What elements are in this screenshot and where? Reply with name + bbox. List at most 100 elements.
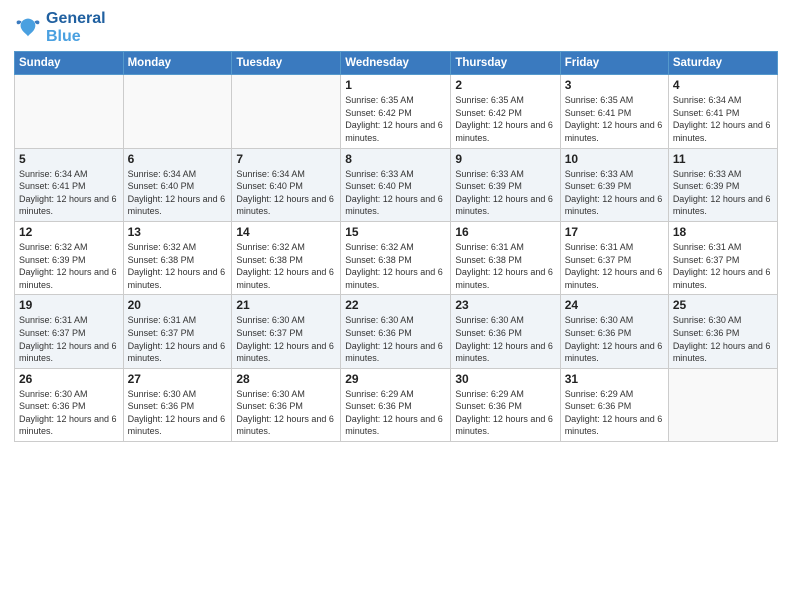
week-row-5: 26 Sunrise: 6:30 AM Sunset: 6:36 PM Dayli…	[15, 368, 778, 441]
day-info: Sunrise: 6:35 AM Sunset: 6:41 PM Dayligh…	[565, 94, 664, 144]
day-number: 19	[19, 298, 119, 312]
logo-text: General Blue	[46, 10, 106, 45]
day-number: 21	[236, 298, 336, 312]
day-number: 17	[565, 225, 664, 239]
weekday-header-thursday: Thursday	[451, 52, 560, 75]
day-cell: 18Sunrise: 6:31 AM Sunset: 6:37 PM Dayli…	[668, 221, 777, 294]
day-number: 18	[673, 225, 773, 239]
day-cell: 1 Sunrise: 6:35 AM Sunset: 6:42 PM Daylig…	[341, 75, 451, 148]
day-info: Sunrise: 6:30 AM Sunset: 6:36 PM Dayligh…	[236, 388, 336, 438]
day-info: Sunrise: 6:31 AM Sunset: 6:38 PM Dayligh…	[455, 241, 555, 291]
day-cell: 8 Sunrise: 6:33 AM Sunset: 6:40 PM Daylig…	[341, 148, 451, 221]
day-info: Sunrise: 6:30 AM Sunset: 6:36 PM Dayligh…	[673, 314, 773, 364]
day-number: 24	[565, 298, 664, 312]
day-info: Sunrise: 6:35 AM Sunset: 6:42 PM Dayligh…	[455, 94, 555, 144]
weekday-header-saturday: Saturday	[668, 52, 777, 75]
weekday-header-row: SundayMondayTuesdayWednesdayThursdayFrid…	[15, 52, 778, 75]
day-number: 10	[565, 152, 664, 166]
day-cell: 2Sunrise: 6:35 AM Sunset: 6:42 PM Daylig…	[451, 75, 560, 148]
weekday-header-tuesday: Tuesday	[232, 52, 341, 75]
day-number: 6	[128, 152, 228, 166]
day-info: Sunrise: 6:30 AM Sunset: 6:36 PM Dayligh…	[345, 314, 446, 364]
day-number: 26	[19, 372, 119, 386]
day-cell: 15 Sunrise: 6:32 AM Sunset: 6:38 PM Dayli…	[341, 221, 451, 294]
day-number: 3	[565, 78, 664, 92]
day-cell	[15, 75, 124, 148]
day-number: 9	[455, 152, 555, 166]
day-info: Sunrise: 6:30 AM Sunset: 6:36 PM Dayligh…	[128, 388, 228, 438]
day-cell: 23 Sunrise: 6:30 AM Sunset: 6:36 PM Dayli…	[451, 295, 560, 368]
day-cell: 22 Sunrise: 6:30 AM Sunset: 6:36 PM Dayli…	[341, 295, 451, 368]
day-cell	[123, 75, 232, 148]
day-number: 14	[236, 225, 336, 239]
day-number: 27	[128, 372, 228, 386]
day-info: Sunrise: 6:33 AM Sunset: 6:39 PM Dayligh…	[565, 168, 664, 218]
day-number: 4	[673, 78, 773, 92]
day-cell: 20 Sunrise: 6:31 AM Sunset: 6:37 PM Dayli…	[123, 295, 232, 368]
day-number: 8	[345, 152, 446, 166]
day-number: 28	[236, 372, 336, 386]
day-info: Sunrise: 6:29 AM Sunset: 6:36 PM Dayligh…	[565, 388, 664, 438]
day-cell: 25 Sunrise: 6:30 AM Sunset: 6:36 PM Dayli…	[668, 295, 777, 368]
day-cell: 30Sunrise: 6:29 AM Sunset: 6:36 PM Dayli…	[451, 368, 560, 441]
day-number: 31	[565, 372, 664, 386]
day-cell: 7 Sunrise: 6:34 AM Sunset: 6:40 PM Daylig…	[232, 148, 341, 221]
day-cell	[232, 75, 341, 148]
day-number: 12	[19, 225, 119, 239]
day-number: 25	[673, 298, 773, 312]
day-cell: 27 Sunrise: 6:30 AM Sunset: 6:36 PM Dayli…	[123, 368, 232, 441]
day-cell: 28 Sunrise: 6:30 AM Sunset: 6:36 PM Dayli…	[232, 368, 341, 441]
day-cell: 31 Sunrise: 6:29 AM Sunset: 6:36 PM Dayli…	[560, 368, 668, 441]
day-info: Sunrise: 6:29 AM Sunset: 6:36 PM Dayligh…	[345, 388, 446, 438]
day-cell: 11 Sunrise: 6:33 AM Sunset: 6:39 PM Dayli…	[668, 148, 777, 221]
weekday-header-wednesday: Wednesday	[341, 52, 451, 75]
day-info: Sunrise: 6:33 AM Sunset: 6:39 PM Dayligh…	[673, 168, 773, 218]
week-row-3: 12Sunrise: 6:32 AM Sunset: 6:39 PM Dayli…	[15, 221, 778, 294]
day-info: Sunrise: 6:32 AM Sunset: 6:38 PM Dayligh…	[128, 241, 228, 291]
day-info: Sunrise: 6:30 AM Sunset: 6:36 PM Dayligh…	[455, 314, 555, 364]
day-info: Sunrise: 6:31 AM Sunset: 6:37 PM Dayligh…	[128, 314, 228, 364]
day-number: 20	[128, 298, 228, 312]
day-cell: 14Sunrise: 6:32 AM Sunset: 6:38 PM Dayli…	[232, 221, 341, 294]
day-number: 11	[673, 152, 773, 166]
day-cell: 10 Sunrise: 6:33 AM Sunset: 6:39 PM Dayli…	[560, 148, 668, 221]
day-info: Sunrise: 6:34 AM Sunset: 6:40 PM Dayligh…	[236, 168, 336, 218]
week-row-1: 1 Sunrise: 6:35 AM Sunset: 6:42 PM Daylig…	[15, 75, 778, 148]
day-number: 22	[345, 298, 446, 312]
day-cell: 13 Sunrise: 6:32 AM Sunset: 6:38 PM Dayli…	[123, 221, 232, 294]
day-cell: 19 Sunrise: 6:31 AM Sunset: 6:37 PM Dayli…	[15, 295, 124, 368]
day-info: Sunrise: 6:35 AM Sunset: 6:42 PM Dayligh…	[345, 94, 446, 144]
weekday-header-friday: Friday	[560, 52, 668, 75]
day-cell: 16Sunrise: 6:31 AM Sunset: 6:38 PM Dayli…	[451, 221, 560, 294]
day-info: Sunrise: 6:30 AM Sunset: 6:36 PM Dayligh…	[19, 388, 119, 438]
day-info: Sunrise: 6:34 AM Sunset: 6:41 PM Dayligh…	[19, 168, 119, 218]
day-cell: 9 Sunrise: 6:33 AM Sunset: 6:39 PM Daylig…	[451, 148, 560, 221]
day-number: 23	[455, 298, 555, 312]
day-cell: 29 Sunrise: 6:29 AM Sunset: 6:36 PM Dayli…	[341, 368, 451, 441]
day-info: Sunrise: 6:34 AM Sunset: 6:41 PM Dayligh…	[673, 94, 773, 144]
day-info: Sunrise: 6:32 AM Sunset: 6:38 PM Dayligh…	[345, 241, 446, 291]
day-info: Sunrise: 6:31 AM Sunset: 6:37 PM Dayligh…	[19, 314, 119, 364]
week-row-4: 19 Sunrise: 6:31 AM Sunset: 6:37 PM Dayli…	[15, 295, 778, 368]
day-number: 15	[345, 225, 446, 239]
calendar-page: General Blue SundayMondayTuesdayWednesda…	[0, 0, 792, 612]
day-cell: 17 Sunrise: 6:31 AM Sunset: 6:37 PM Dayli…	[560, 221, 668, 294]
day-number: 30	[455, 372, 555, 386]
day-number: 29	[345, 372, 446, 386]
logo-icon	[14, 14, 42, 42]
day-cell: 6Sunrise: 6:34 AM Sunset: 6:40 PM Daylig…	[123, 148, 232, 221]
day-number: 1	[345, 78, 446, 92]
day-info: Sunrise: 6:33 AM Sunset: 6:39 PM Dayligh…	[455, 168, 555, 218]
day-number: 7	[236, 152, 336, 166]
day-cell	[668, 368, 777, 441]
day-number: 13	[128, 225, 228, 239]
day-cell: 12Sunrise: 6:32 AM Sunset: 6:39 PM Dayli…	[15, 221, 124, 294]
day-info: Sunrise: 6:31 AM Sunset: 6:37 PM Dayligh…	[565, 241, 664, 291]
logo: General Blue	[14, 10, 106, 45]
day-cell: 4 Sunrise: 6:34 AM Sunset: 6:41 PM Daylig…	[668, 75, 777, 148]
day-info: Sunrise: 6:33 AM Sunset: 6:40 PM Dayligh…	[345, 168, 446, 218]
weekday-header-sunday: Sunday	[15, 52, 124, 75]
day-info: Sunrise: 6:30 AM Sunset: 6:36 PM Dayligh…	[565, 314, 664, 364]
day-number: 5	[19, 152, 119, 166]
weekday-header-monday: Monday	[123, 52, 232, 75]
